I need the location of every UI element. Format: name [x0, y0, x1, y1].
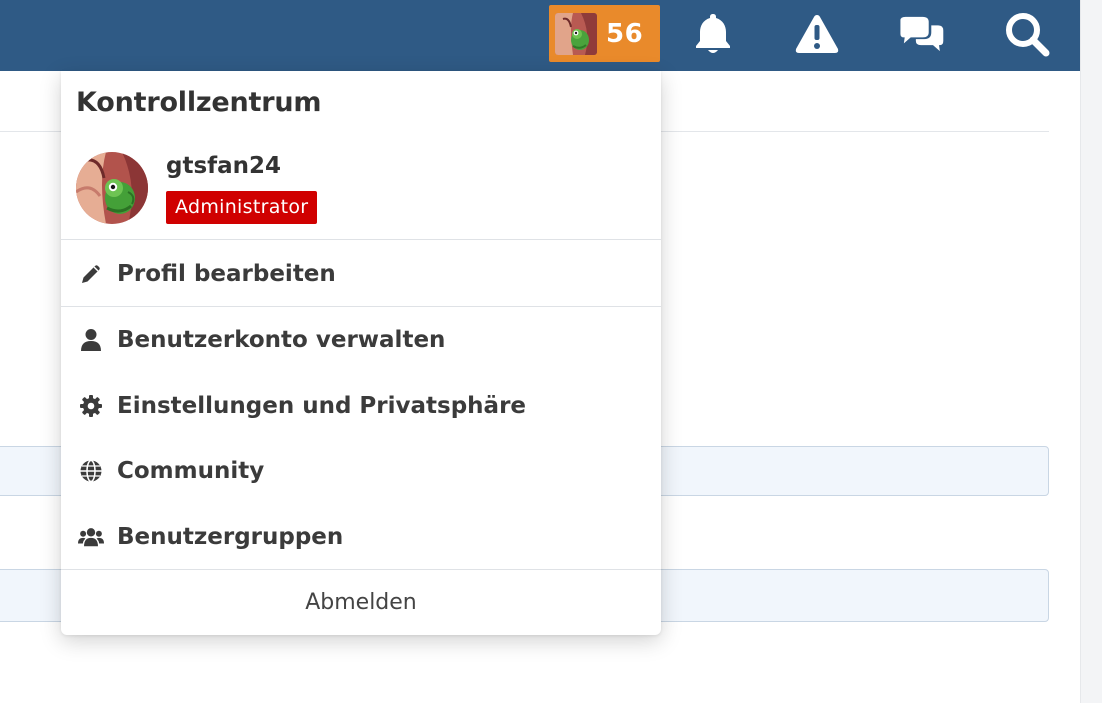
- scrollbar[interactable]: [1080, 0, 1102, 703]
- warning-icon[interactable]: [793, 10, 841, 58]
- menu-item-community[interactable]: Community: [61, 446, 661, 496]
- menu-item-label: Einstellungen und Privatsphäre: [117, 393, 527, 419]
- logout-button[interactable]: Abmelden: [61, 570, 661, 635]
- user-avatar-chameleon: [555, 12, 597, 55]
- user-icon: [78, 327, 104, 353]
- divider: [61, 239, 661, 240]
- menu-item-settings-privacy[interactable]: Einstellungen und Privatsphäre: [61, 381, 661, 431]
- panel-title: Kontrollzentrum: [76, 87, 322, 118]
- menu-item-user-groups[interactable]: Benutzergruppen: [61, 512, 661, 562]
- menu-item-manage-account[interactable]: Benutzerkonto verwalten: [61, 315, 661, 365]
- username[interactable]: gtsfan24: [166, 153, 281, 179]
- role-badge: Administrator: [166, 191, 318, 224]
- search-icon[interactable]: [1003, 10, 1051, 58]
- gear-icon: [78, 393, 104, 419]
- profile-avatar[interactable]: [76, 152, 148, 224]
- notification-count: 56: [606, 18, 644, 49]
- pencil-icon: [78, 261, 104, 287]
- menu-item-label: Profil bearbeiten: [117, 261, 336, 287]
- users-icon: [78, 524, 104, 550]
- top-navigation-bar: 56: [0, 0, 1080, 71]
- divider: [61, 306, 661, 307]
- menu-item-label: Benutzergruppen: [117, 524, 344, 550]
- menu-item-label: Community: [117, 458, 265, 484]
- bell-icon[interactable]: [689, 10, 737, 58]
- menu-item-edit-profile[interactable]: Profil bearbeiten: [61, 249, 661, 299]
- menu-item-label: Benutzerkonto verwalten: [117, 327, 446, 353]
- user-control-center-dropdown: Kontrollzentrum gtsfan24 Administrator P…: [61, 71, 661, 635]
- user-menu-button[interactable]: 56: [549, 5, 660, 62]
- globe-icon: [78, 458, 104, 484]
- conversations-icon[interactable]: [897, 10, 945, 58]
